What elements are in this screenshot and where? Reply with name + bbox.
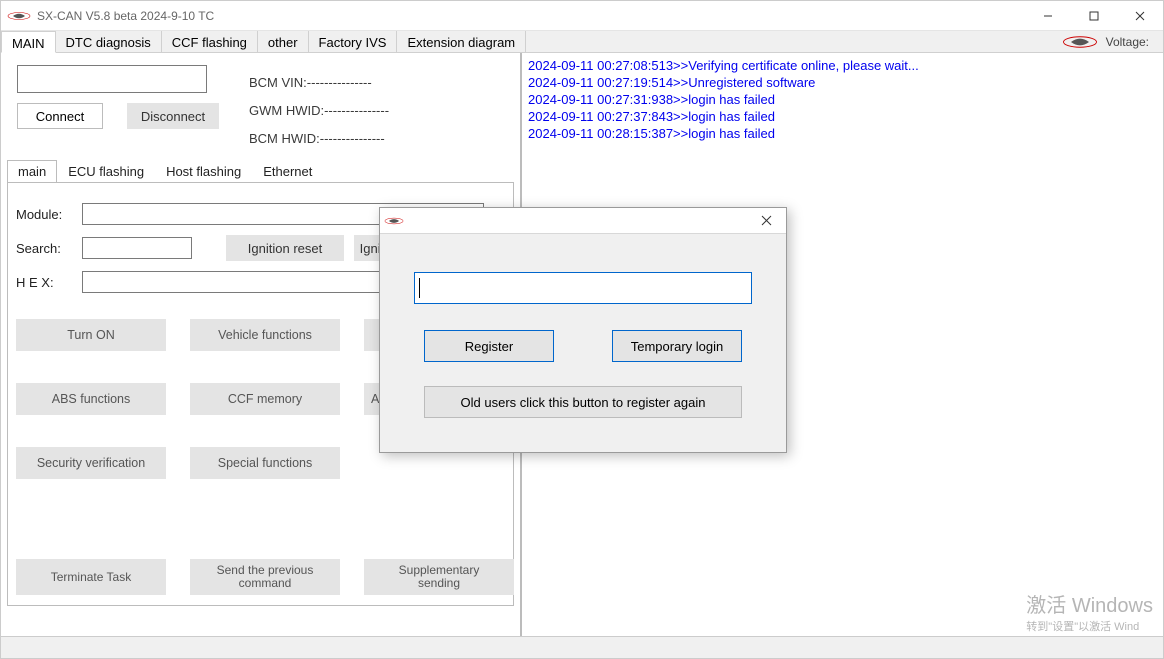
- window-close-button[interactable]: [1117, 1, 1163, 31]
- register-button[interactable]: Register: [424, 330, 554, 362]
- special-functions-button[interactable]: Special functions: [190, 447, 340, 479]
- abs-functions-button[interactable]: ABS functions: [16, 383, 166, 415]
- status-bar: [1, 636, 1163, 658]
- tab-extension-diagram[interactable]: Extension diagram: [397, 31, 526, 52]
- log-line: 2024-09-11 00:27:08:513>>Verifying certi…: [528, 57, 1157, 74]
- tab-main[interactable]: MAIN: [1, 31, 56, 53]
- subtab-ecu-flashing[interactable]: ECU flashing: [57, 160, 155, 183]
- ignition-reset-button[interactable]: Ignition reset: [226, 235, 344, 261]
- sub-tabstrip: main ECU flashing Host flashing Ethernet: [7, 159, 514, 183]
- search-input[interactable]: [82, 237, 192, 259]
- subtab-host-flashing[interactable]: Host flashing: [155, 160, 252, 183]
- disconnect-button[interactable]: Disconnect: [127, 103, 219, 129]
- registration-code-input[interactable]: [414, 272, 752, 304]
- tab-factory-ivs[interactable]: Factory IVS: [309, 31, 398, 52]
- security-verification-button[interactable]: Security verification: [16, 447, 166, 479]
- dialog-close-button[interactable]: [746, 208, 786, 234]
- gwm-hwid-label: GWM HWID:---------------: [249, 97, 389, 125]
- window-title: SX-CAN V5.8 beta 2024-9-10 TC: [37, 9, 1025, 23]
- window-maximize-button[interactable]: [1071, 1, 1117, 31]
- tab-dtc-diagnosis[interactable]: DTC diagnosis: [56, 31, 162, 52]
- connection-address-input[interactable]: [17, 65, 207, 93]
- send-previous-command-button[interactable]: Send the previous command: [190, 559, 340, 595]
- log-line: 2024-09-11 00:27:31:938>>login has faile…: [528, 91, 1157, 108]
- window-titlebar: SX-CAN V5.8 beta 2024-9-10 TC: [1, 1, 1163, 31]
- main-tabstrip: MAIN DTC diagnosis CCF flashing other Fa…: [1, 31, 1163, 53]
- voltage-label: Voltage:: [1106, 35, 1149, 49]
- window-minimize-button[interactable]: [1025, 1, 1071, 31]
- subtab-main[interactable]: main: [7, 160, 57, 183]
- dialog-titlebar[interactable]: [380, 208, 786, 234]
- terminate-task-button[interactable]: Terminate Task: [16, 559, 166, 595]
- register-dialog: Register Temporary login Old users click…: [379, 207, 787, 453]
- search-label: Search:: [16, 241, 72, 256]
- bcm-hwid-label: BCM HWID:---------------: [249, 125, 389, 153]
- log-line: 2024-09-11 00:27:37:843>>login has faile…: [528, 108, 1157, 125]
- ccf-memory-button[interactable]: CCF memory: [190, 383, 340, 415]
- tab-ccf-flashing[interactable]: CCF flashing: [162, 31, 258, 52]
- connect-button[interactable]: Connect: [17, 103, 103, 129]
- vehicle-functions-button[interactable]: Vehicle functions: [190, 319, 340, 351]
- old-users-register-button[interactable]: Old users click this button to register …: [424, 386, 742, 418]
- log-line: 2024-09-11 00:27:19:514>>Unregistered so…: [528, 74, 1157, 91]
- app-icon: [7, 8, 31, 24]
- log-line: 2024-09-11 00:28:15:387>>login has faile…: [528, 125, 1157, 142]
- bcm-vin-label: BCM VIN:---------------: [249, 69, 389, 97]
- vehicle-id-block: BCM VIN:--------------- GWM HWID:-------…: [249, 59, 389, 153]
- temporary-login-button[interactable]: Temporary login: [612, 330, 742, 362]
- hex-label: H E X:: [16, 275, 72, 290]
- tab-other[interactable]: other: [258, 31, 309, 52]
- voltage-display: Voltage:: [1062, 31, 1163, 52]
- subtab-ethernet[interactable]: Ethernet: [252, 160, 323, 183]
- turn-on-button[interactable]: Turn ON: [16, 319, 166, 351]
- supplementary-sending-button[interactable]: Supplementary sending: [364, 559, 514, 595]
- dialog-app-icon: [380, 215, 408, 227]
- module-label: Module:: [16, 207, 72, 222]
